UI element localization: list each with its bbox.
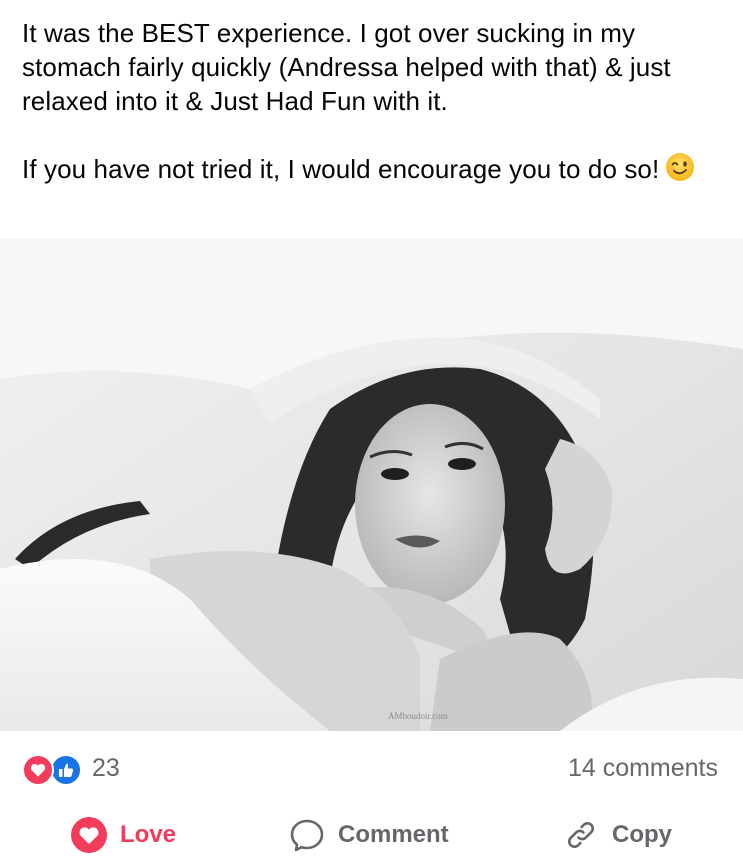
post-text: It was the BEST experience. I got over s…: [22, 16, 722, 186]
boudoir-photo-image: [0, 239, 743, 731]
copy-button-label: Copy: [612, 821, 672, 848]
love-button-label: Love: [120, 821, 177, 848]
love-button[interactable]: Love: [70, 812, 176, 858]
like-reaction-icon: [50, 754, 82, 786]
post-paragraph-2: If you have not tried it, I would encour…: [22, 152, 722, 186]
comment-button-label: Comment: [338, 821, 449, 848]
link-chain-icon: [562, 816, 600, 854]
engagement-summary: 23 14 comments: [22, 752, 718, 786]
comment-bubble-icon: [288, 816, 326, 854]
post-photo[interactable]: [0, 239, 743, 731]
winking-face-emoji-icon: [665, 152, 695, 182]
reaction-count[interactable]: 23: [92, 753, 120, 783]
comment-count[interactable]: 14 comments: [568, 753, 718, 783]
photo-watermark: AMboudoir.com: [388, 711, 448, 721]
copy-button[interactable]: Copy: [562, 812, 672, 858]
love-reaction-icon: [22, 754, 54, 786]
love-heart-icon: [70, 816, 108, 854]
post-actions: Love Comment Copy: [0, 812, 743, 858]
post-paragraph-1: It was the BEST experience. I got over s…: [22, 18, 671, 116]
post-paragraph-2-text: If you have not tried it, I would encour…: [22, 154, 660, 184]
comment-button[interactable]: Comment: [288, 812, 449, 858]
reaction-icons[interactable]: [22, 754, 84, 786]
